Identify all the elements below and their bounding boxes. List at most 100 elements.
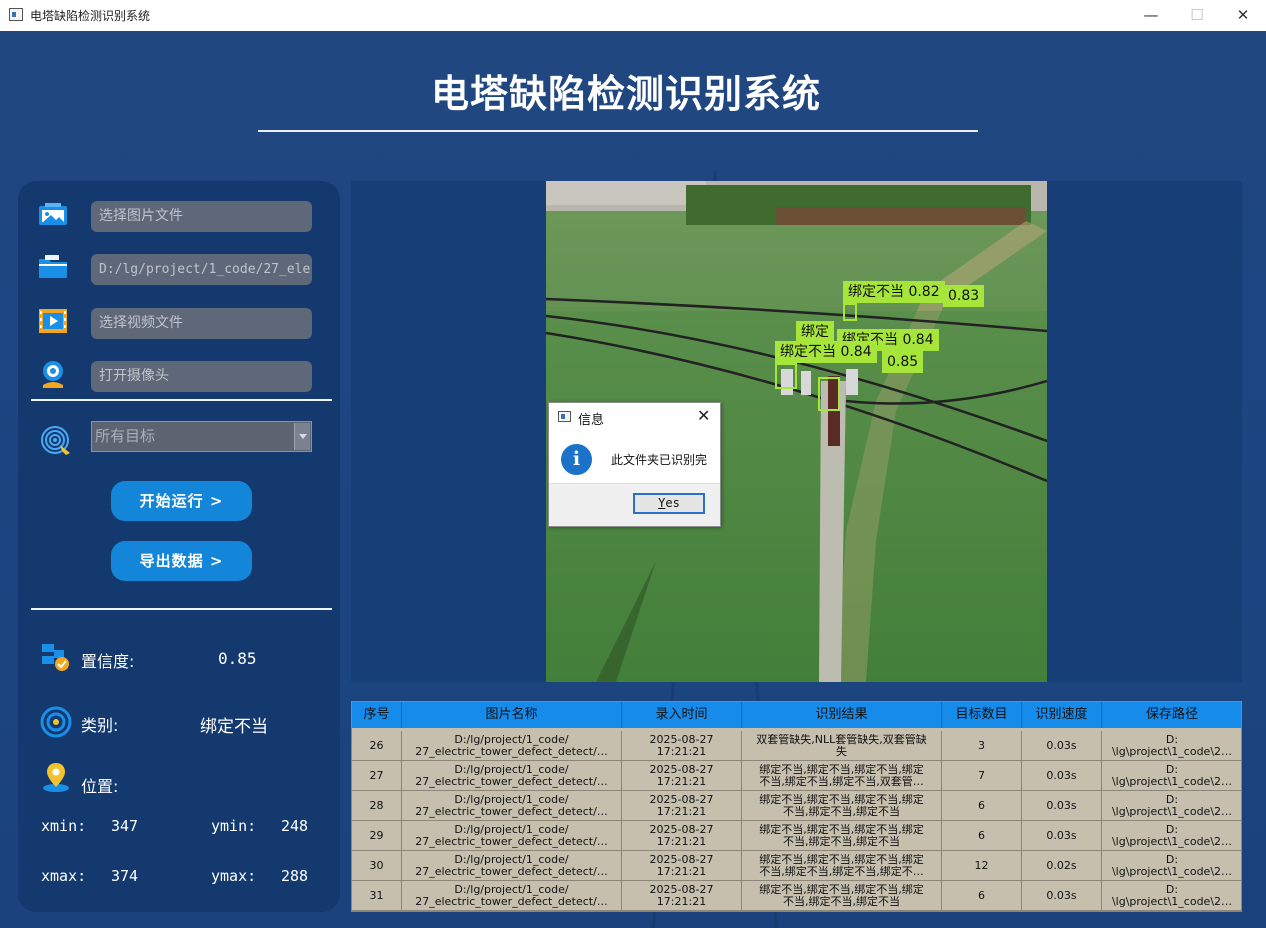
table-cell: 31 [352,881,402,911]
table-cell: D:/lg/project/1_code/27_electric_tower_d… [402,821,622,851]
cell-text: 2025-08-27 [649,733,714,746]
window-title: 电塔缺陷检测识别系统 [30,9,151,23]
column-header[interactable]: 序号 [352,702,402,728]
table-cell: 绑定不当,绑定不当,绑定不当,绑定 不当,绑定不当,绑定不当,双套管… [742,761,942,791]
image-file-input[interactable]: 选择图片文件 [91,201,312,232]
minimize-button[interactable]: — [1128,0,1174,31]
cell-text: 27_electric_tower_defect_detect/… [415,775,608,788]
dialog-title: 信息 [578,413,605,428]
table-cell: D:/lg/project/1_code/27_electric_tower_d… [402,851,622,881]
column-header[interactable]: 保存路径 [1102,702,1241,728]
table-cell: 2025-08-27 17:21:21 [622,881,742,911]
export-button[interactable]: 导出数据 > [111,541,252,581]
camera-input[interactable]: 打开摄像头 [91,361,312,392]
table-row[interactable]: 28 D:/lg/project/1_code/27_electric_tower… [352,791,1241,821]
cell-text: \lg\project\1_code\2… [1111,865,1233,878]
table-cell: 2025-08-27 17:21:21 [622,851,742,881]
image-icon[interactable] [37,201,69,229]
camera-icon[interactable] [37,359,69,389]
dialog-close-button[interactable]: ✕ [697,406,710,425]
table-cell: 2025-08-27 17:21:21 [622,761,742,791]
table-cell: 6 [942,881,1022,911]
cell-text: 绑定不当,绑定不当,绑定不当,绑定 [759,883,924,896]
cell-text: 7 [978,769,985,782]
target-icon [41,426,70,455]
folder-icon[interactable] [37,253,69,281]
column-header[interactable]: 识别速度 [1022,702,1102,728]
cell-text: 31 [369,889,384,902]
table-cell: 0.02s [1022,851,1102,881]
start-button[interactable]: 开始运行 > [111,481,252,521]
cell-text: 0.02s [1046,859,1077,872]
category-label: 类别: [81,716,119,735]
table-row[interactable]: 31 D:/lg/project/1_code/27_electric_tower… [352,881,1241,911]
cell-text: 不当,绑定不当,绑定不当,绑定不… [759,865,924,878]
column-header[interactable]: 录入时间 [622,702,742,728]
panel-divider [31,608,332,610]
detection-box [775,363,797,389]
cell-text: 不当,绑定不当,绑定不当 [783,805,900,818]
detection-label: 绑定不当 0.82 [843,281,945,303]
main-area: 电塔缺陷检测识别系统 选择图片文件 D:/lg/project/1_code/2… [0,31,1266,928]
cell-text: D:/lg/project/1_code/ [454,733,569,746]
table-cell: D: \lg\project\1_code\2… [1102,821,1241,851]
table-cell: 0.03s [1022,731,1102,761]
cell-text: 29 [369,829,384,842]
detection-box [818,377,840,411]
cell-text: D: [1165,763,1179,776]
table-cell: 12 [942,851,1022,881]
cell-text: 不当,绑定不当,绑定不当,双套管… [759,775,924,788]
confidence-label: 置信度: [81,652,135,671]
cell-text: 26 [369,739,384,752]
folder-path-input[interactable]: D:/lg/project/1_code/27_ele [91,254,312,285]
target-select[interactable]: 所有目标 [91,421,312,452]
target-select-value: 所有目标 [95,427,156,445]
maximize-button[interactable]: ☐ [1174,0,1220,31]
cell-text: D:/lg/project/1_code/ [454,853,569,866]
category-icon [40,706,72,738]
title-divider [258,130,978,132]
table-cell: 26 [352,731,402,761]
xmin-label: xmin: [41,817,87,835]
app-window: 电塔缺陷检测识别系统 — ☐ ✕ 电塔缺陷检测识别系统 选择图片文件 D:/lg… [0,0,1266,928]
chevron-down-icon[interactable] [294,423,310,450]
table-cell: 绑定不当,绑定不当,绑定不当,绑定 不当,绑定不当,绑定不当 [742,791,942,821]
video-icon[interactable] [37,307,69,335]
table-row[interactable]: 30 D:/lg/project/1_code/27_electric_tower… [352,851,1241,881]
xmin-value: 347 [111,817,139,835]
cell-text: 27_electric_tower_defect_detect/… [415,805,608,818]
cell-text: 0.03s [1046,739,1077,752]
location-pin-icon [43,763,69,792]
cell-text: D:/lg/project/1_code/ [454,763,569,776]
dialog-app-icon [558,411,571,422]
table-cell: D: \lg\project\1_code\2… [1102,731,1241,761]
xmax-label: xmax: [41,867,87,885]
column-header[interactable]: 识别结果 [742,702,942,728]
table-row[interactable]: 27 D:/lg/project/1_code/27_electric_tower… [352,761,1241,791]
cell-text: 双套管缺失,NLL套管缺失,双套管缺 [756,733,927,746]
table-cell: 3 [942,731,1022,761]
cell-text: D:/lg/project/1_code/ [454,793,569,806]
table-cell: 6 [942,791,1022,821]
results-table[interactable]: 序号 图片名称 录入时间 识别结果 目标数目 识别速度 保存路径 26 D:/lg… [351,701,1242,912]
detection-label: 0.83 [943,285,985,307]
cell-text: 30 [369,859,384,872]
table-row[interactable]: 29 D:/lg/project/1_code/27_electric_tower… [352,821,1241,851]
column-header[interactable]: 图片名称 [402,702,622,728]
yes-button[interactable]: Yes [633,493,705,514]
cell-text: 3 [978,739,985,752]
dialog-footer: Yes [549,483,720,526]
table-cell: 27 [352,761,402,791]
cell-text: 17:21:21 [656,745,707,758]
table-cell: 0.03s [1022,791,1102,821]
cell-text: \lg\project\1_code\2… [1111,775,1233,788]
table-row[interactable]: 26 D:/lg/project/1_code/27_electric_tower… [352,731,1241,761]
table-cell: D:/lg/project/1_code/27_electric_tower_d… [402,791,622,821]
table-cell: 6 [942,821,1022,851]
close-button[interactable]: ✕ [1220,0,1266,31]
table-cell: 绑定不当,绑定不当,绑定不当,绑定 不当,绑定不当,绑定不当 [742,821,942,851]
video-file-input[interactable]: 选择视频文件 [91,308,312,339]
column-header[interactable]: 目标数目 [942,702,1022,728]
cell-text: 绑定不当,绑定不当,绑定不当,绑定 [759,763,924,776]
cell-text: D: [1165,793,1179,806]
